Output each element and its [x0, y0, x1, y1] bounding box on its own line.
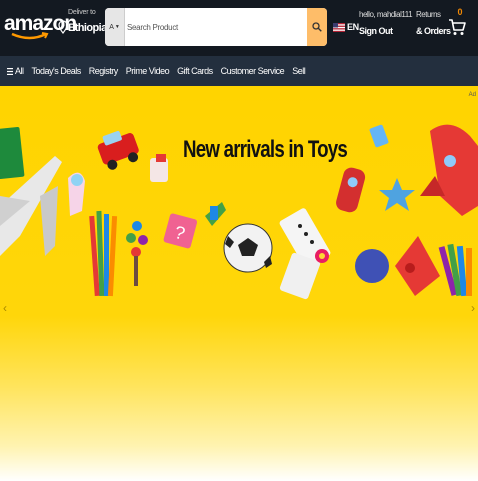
returns-orders-link[interactable]: Returns & Orders	[416, 10, 451, 37]
building-blocks-icon	[355, 236, 440, 296]
lollipop-toy-icon	[315, 249, 329, 263]
nav-todays-deals[interactable]: Today's Deals	[28, 56, 85, 86]
location-pin-icon	[58, 20, 68, 34]
search-button[interactable]	[307, 8, 327, 46]
cart-icon	[449, 19, 466, 35]
account-menu[interactable]: hello, mahdi​al111 Sign Out	[359, 10, 415, 37]
nav-sell[interactable]: Sell	[288, 56, 309, 86]
deliver-to-location[interactable]: Deliver to Ethiopia	[58, 8, 107, 35]
unicorn-toy-icon	[68, 172, 85, 216]
chevron-left-icon[interactable]: ‹	[3, 301, 7, 315]
nav-bar: All Today's Deals Registry Prime Video G…	[0, 56, 478, 86]
nav-prime-video[interactable]: Prime Video	[122, 56, 173, 86]
crayons-icon	[438, 243, 472, 297]
hamburger-icon	[7, 67, 13, 75]
red-rocket-icon	[336, 167, 366, 213]
ad-label: Ad	[468, 92, 476, 98]
search-bar: A ▼	[105, 8, 327, 46]
amazon-logo[interactable]: amazon	[4, 8, 77, 48]
red-toy-plane-icon	[420, 124, 478, 216]
small-plane-icon	[205, 202, 226, 226]
cart-count-badge: 0	[457, 7, 463, 17]
language-selector[interactable]: EN	[333, 22, 359, 32]
returns-label: Returns	[416, 10, 441, 19]
letter-block-icon: ?	[163, 213, 198, 249]
sign-out-link[interactable]: Sign Out	[359, 26, 415, 37]
orders-label: & Orders	[416, 26, 451, 36]
account-greeting: hello, mahdi​al111	[359, 10, 413, 19]
nav-registry[interactable]: Registry	[85, 56, 122, 86]
language-code: EN	[347, 22, 359, 32]
search-input[interactable]	[125, 8, 307, 46]
hero-banner[interactable]: ? Ad New arrivals in Toys ‹ ›	[0, 86, 478, 481]
nav-all-label: All	[15, 66, 24, 76]
search-icon	[312, 22, 322, 32]
soccer-ball-icon	[223, 223, 273, 273]
toys-illustration: ?	[0, 124, 478, 300]
nav-all-menu[interactable]: All	[3, 56, 28, 86]
blue-star-toy-icon	[379, 178, 415, 211]
green-block-icon	[0, 126, 25, 180]
search-category-label: A	[109, 23, 114, 31]
us-flag-icon	[333, 22, 345, 32]
nav-customer-service[interactable]: Customer Service	[217, 56, 289, 86]
logo-smile-icon	[11, 32, 49, 40]
cart-button[interactable]: 0	[446, 6, 472, 44]
bead-tree-toy-icon	[126, 221, 148, 286]
blue-robot-toy-icon	[369, 124, 389, 148]
deliver-to-label: Deliver to	[68, 9, 96, 16]
deliver-country: Ethiopia	[68, 22, 107, 34]
hero-title: New arrivals in Toys	[183, 136, 348, 163]
colored-pencils-icon	[89, 210, 118, 297]
top-header: amazon Deliver to Ethiopia A ▼ Search Pr…	[0, 0, 478, 56]
nav-gift-cards[interactable]: Gift Cards	[173, 56, 217, 86]
chevron-down-icon: ▼	[114, 24, 120, 30]
search-category-select[interactable]: A ▼	[105, 8, 125, 46]
small-robot-toy-icon	[150, 154, 168, 182]
toy-car-icon	[97, 130, 139, 170]
chevron-right-icon[interactable]: ›	[471, 301, 475, 315]
